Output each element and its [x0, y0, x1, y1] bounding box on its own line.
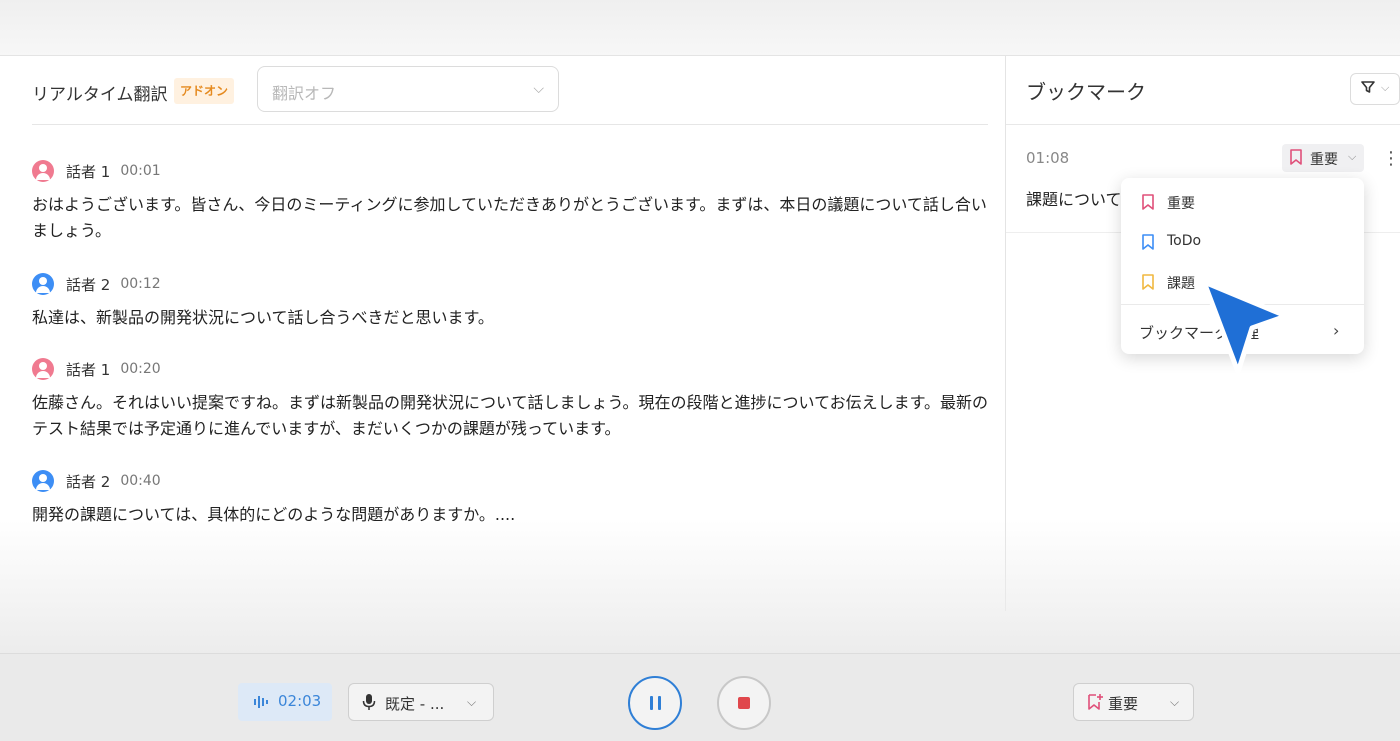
menu-item-todo[interactable]: ToDo: [1121, 222, 1364, 262]
bookmark-tag-select[interactable]: 重要 ⌵: [1282, 144, 1364, 172]
chevron-down-icon: ⌵: [1170, 695, 1180, 709]
panel-divider: [1005, 56, 1006, 611]
speaker-avatar-icon: [32, 358, 54, 380]
chevron-down-icon: ⌵: [1381, 81, 1390, 94]
transcript-text: 私達は、新製品の開発状況について話し合うべきだと思います。: [32, 308, 494, 327]
transcript-entry: 話者 2 00:40 開発の課題については、具体的にどのような問題がありますか。…: [32, 468, 992, 528]
pointer-cursor-icon: [1196, 276, 1296, 384]
microphone-select[interactable]: 既定 - ... ⌵: [348, 683, 494, 721]
transcript-entry: 話者 2 00:12 私達は、新製品の開発状況について話し合うべきだと思います。: [32, 271, 992, 331]
more-options-icon[interactable]: ⋮: [1382, 148, 1400, 169]
pause-icon: [650, 696, 653, 710]
bookmark-icon: [1141, 234, 1155, 254]
speaker-name: 話者 1: [66, 162, 111, 181]
speaker-avatar-icon: [32, 273, 54, 295]
bookmarks-title: ブックマーク: [1026, 80, 1146, 104]
timestamp[interactable]: 00:01: [120, 163, 160, 179]
transcript-text: 佐藤さん。それはいい提案ですね。まずは新製品の開発状況について話しましょう。現在…: [32, 393, 989, 438]
recording-timer: 02:03: [238, 683, 332, 721]
translation-select[interactable]: 翻訳オフ ⌵: [257, 66, 559, 112]
addon-badge: アドオン: [174, 78, 235, 104]
bookmark-add-icon: [1086, 693, 1104, 715]
timestamp[interactable]: 00:20: [120, 361, 160, 377]
add-bookmark-label: 重要: [1108, 695, 1139, 713]
filter-icon: [1361, 80, 1375, 98]
filter-button[interactable]: ⌵: [1350, 73, 1400, 105]
divider: [32, 124, 988, 125]
bookmark-time[interactable]: 01:08: [1026, 149, 1069, 167]
pause-button[interactable]: [628, 676, 682, 730]
transcript-entry: 話者 1 00:01 おはようございます。皆さん、今日のミーティングに参加してい…: [32, 158, 992, 244]
bookmark-tag-label: 重要: [1310, 152, 1338, 168]
menu-item-label: ToDo: [1167, 233, 1202, 249]
speaker-name: 話者 2: [66, 472, 111, 491]
stop-icon: [738, 697, 750, 709]
microphone-label: 既定 - ...: [385, 695, 445, 713]
bookmark-text: 課題について: [1026, 190, 1122, 209]
chevron-down-icon: ⌵: [467, 695, 477, 709]
transcript-text: おはようございます。皆さん、今日のミーティングに参加していただきありがとうござい…: [32, 195, 987, 240]
microphone-icon: [361, 693, 377, 715]
stop-button[interactable]: [717, 676, 771, 730]
transcript-text: 開発の課題については、具体的にどのような問題がありますか。....: [32, 505, 516, 524]
translation-select-value: 翻訳オフ: [272, 84, 337, 103]
add-bookmark-button[interactable]: 重要 ⌵: [1073, 683, 1194, 721]
bookmark-icon: [1288, 148, 1304, 170]
timer-value: 02:03: [278, 692, 322, 710]
menu-item-label: 重要: [1167, 196, 1195, 212]
speaker-avatar-icon: [32, 470, 54, 492]
top-bar: [0, 0, 1400, 56]
chevron-right-icon: ›: [1333, 321, 1340, 340]
divider: [1006, 124, 1400, 125]
timestamp[interactable]: 00:12: [120, 276, 160, 292]
chevron-down-icon: ⌵: [1348, 150, 1357, 163]
realtime-translation-label: リアルタイム翻訳: [32, 85, 168, 105]
menu-item-important[interactable]: 重要: [1121, 182, 1364, 222]
pause-icon: [658, 696, 661, 710]
menu-item-label: 課題: [1167, 276, 1195, 292]
bookmark-icon: [1141, 194, 1155, 214]
fade-overlay: [0, 520, 1400, 655]
transcript-entry: 話者 1 00:20 佐藤さん。それはいい提案ですね。まずは新製品の開発状況につ…: [32, 356, 992, 442]
timestamp[interactable]: 00:40: [120, 473, 160, 489]
speaker-name: 話者 2: [66, 275, 111, 294]
waveform-icon: [252, 693, 270, 715]
bookmark-icon: [1141, 274, 1155, 294]
speaker-avatar-icon: [32, 160, 54, 182]
speaker-name: 話者 1: [66, 360, 111, 379]
chevron-down-icon: ⌵: [533, 81, 544, 97]
